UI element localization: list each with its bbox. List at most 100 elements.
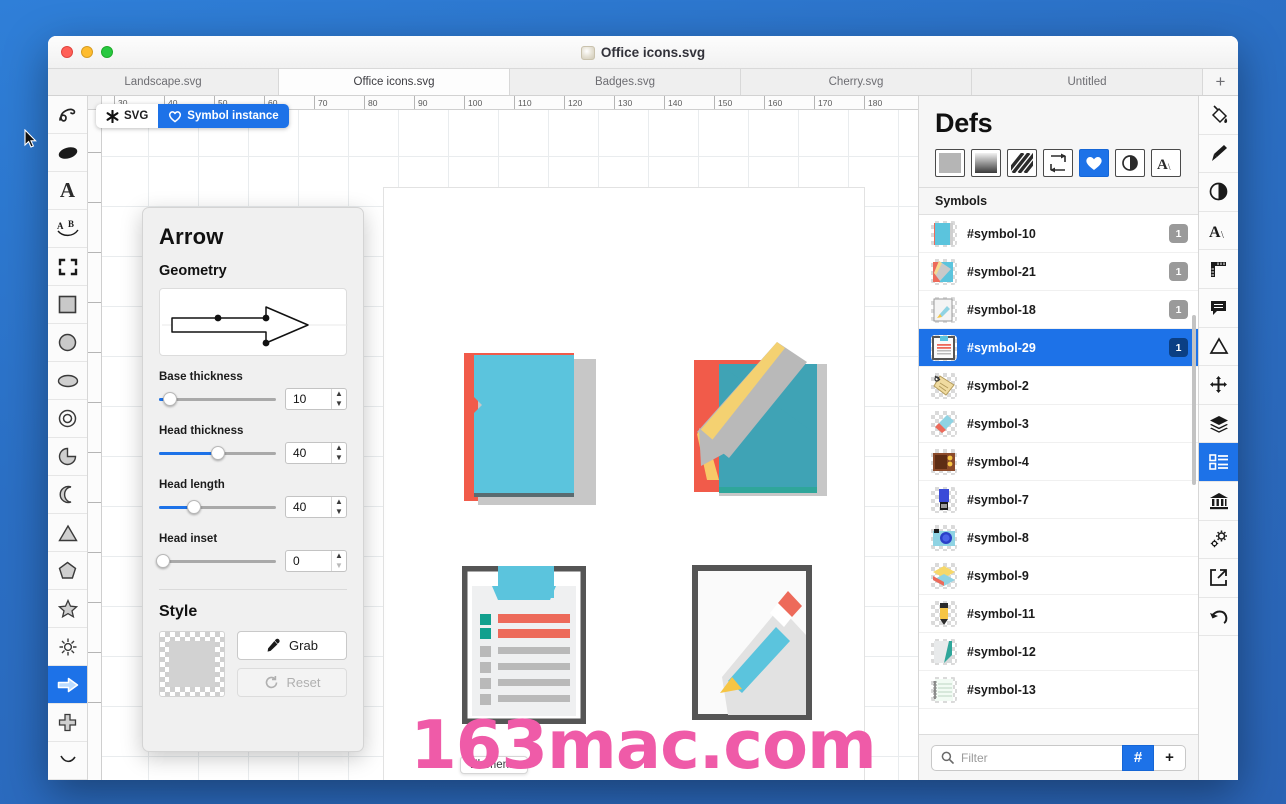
- stepper-down-icon[interactable]: ▼: [332, 561, 346, 571]
- pie-tool[interactable]: [48, 438, 87, 476]
- symbol-row-4[interactable]: #symbol-4: [919, 443, 1198, 481]
- tab-office-icons[interactable]: Office icons.svg: [279, 69, 510, 95]
- font-icon[interactable]: A \: [1151, 149, 1181, 177]
- stepper-down-icon[interactable]: ▼: [332, 453, 346, 463]
- triangle-tool[interactable]: [48, 514, 87, 552]
- symbol-row-18[interactable]: #symbol-18 1: [919, 291, 1198, 329]
- stepper-up-icon[interactable]: ▲: [332, 389, 346, 399]
- slider-knob[interactable]: [187, 500, 202, 514]
- style-swatch[interactable]: [159, 631, 225, 697]
- symbol-row-13[interactable]: #symbol-13: [919, 671, 1198, 709]
- star-tool[interactable]: [48, 590, 87, 628]
- head-thickness-slider[interactable]: [159, 445, 276, 461]
- gradient-icon[interactable]: [971, 149, 1001, 177]
- symbol-row-8[interactable]: #symbol-8: [919, 519, 1198, 557]
- circle-tool[interactable]: [48, 324, 87, 362]
- zoom-button[interactable]: [101, 46, 113, 58]
- symbol-row-12[interactable]: #symbol-12: [919, 633, 1198, 671]
- gear-tool[interactable]: [48, 628, 87, 666]
- stepper-down-icon[interactable]: ▼: [332, 399, 346, 409]
- hud-svg-segment[interactable]: SVG: [96, 104, 158, 128]
- symbols-scrollbar[interactable]: [1192, 315, 1196, 485]
- geometry-preview[interactable]: [159, 288, 348, 356]
- canvas-area[interactable]: 30 40 50 60 70 80 90 100 110 120 130 140…: [88, 96, 918, 780]
- ellipse-tool[interactable]: [48, 362, 87, 400]
- artwork-clipboard[interactable]: [462, 566, 586, 724]
- defs-tool[interactable]: [1199, 443, 1238, 482]
- text-on-path-tool[interactable]: AB: [48, 210, 87, 248]
- move-tool[interactable]: [1199, 366, 1238, 405]
- pentagon-tool[interactable]: [48, 552, 87, 590]
- settings-tool[interactable]: [1199, 521, 1238, 560]
- filter-hash-button[interactable]: #: [1122, 744, 1154, 771]
- layers-tool[interactable]: [1199, 405, 1238, 444]
- ruler-tool[interactable]: [1199, 250, 1238, 289]
- symbol-row-21[interactable]: #symbol-21 1: [919, 253, 1198, 291]
- tab-cherry[interactable]: Cherry.svg: [741, 69, 972, 95]
- more-tool[interactable]: [48, 742, 87, 780]
- stepper-arrows[interactable]: ▲ ▼: [331, 443, 346, 463]
- symbol-row-3[interactable]: #symbol-3: [919, 405, 1198, 443]
- filter-input[interactable]: Filter: [931, 744, 1122, 771]
- slider-knob[interactable]: [162, 392, 177, 406]
- blob-tool[interactable]: [48, 134, 87, 172]
- rectangle-tool[interactable]: [48, 286, 87, 324]
- head-inset-value[interactable]: 0: [286, 551, 331, 571]
- symbol-row-10[interactable]: #symbol-10 1: [919, 215, 1198, 253]
- head-length-value[interactable]: 40: [286, 497, 331, 517]
- marker-icon[interactable]: [1043, 149, 1073, 177]
- elements-tag[interactable]: Elements: [460, 756, 528, 774]
- vertical-ruler[interactable]: -50 -40 -30 -20 -10 0 10 20 30 40 50 60 …: [88, 110, 102, 780]
- head-length-stepper[interactable]: 40 ▲ ▼: [285, 496, 347, 518]
- base-thickness-slider[interactable]: [159, 391, 276, 407]
- crop-tool[interactable]: [48, 248, 87, 286]
- solid-color-icon[interactable]: [935, 149, 965, 177]
- base-thickness-stepper[interactable]: 10 ▲ ▼: [285, 388, 347, 410]
- fill-tool[interactable]: [1199, 96, 1238, 135]
- undo-tool[interactable]: [1199, 598, 1238, 637]
- symbol-row-11[interactable]: #symbol-11: [919, 595, 1198, 633]
- tab-landscape[interactable]: Landscape.svg: [48, 69, 279, 95]
- artwork-pencil-page[interactable]: [692, 565, 812, 720]
- freehand-tool[interactable]: [48, 96, 87, 134]
- stepper-arrows[interactable]: ▲ ▼: [331, 551, 346, 571]
- artwork-folder-blue[interactable]: [464, 353, 596, 505]
- artboard[interactable]: [384, 188, 864, 780]
- close-button[interactable]: [61, 46, 73, 58]
- tab-untitled[interactable]: Untitled: [972, 69, 1203, 95]
- pattern-icon[interactable]: [1007, 149, 1037, 177]
- symbol-icon[interactable]: [1079, 149, 1109, 177]
- slider-knob[interactable]: [155, 554, 170, 568]
- stepper-up-icon[interactable]: ▲: [332, 551, 346, 561]
- typography-tool[interactable]: A \: [1199, 212, 1238, 251]
- symbol-row-7[interactable]: #symbol-7: [919, 481, 1198, 519]
- head-inset-stepper[interactable]: 0 ▲ ▼: [285, 550, 347, 572]
- arrow-tool[interactable]: [48, 666, 87, 704]
- cross-tool[interactable]: [48, 704, 87, 742]
- symbol-row-9[interactable]: #symbol-9: [919, 557, 1198, 595]
- comment-tool[interactable]: [1199, 289, 1238, 328]
- shape-tool[interactable]: [1199, 328, 1238, 367]
- minimize-button[interactable]: [81, 46, 93, 58]
- head-thickness-value[interactable]: 40: [286, 443, 331, 463]
- new-tab-button[interactable]: +: [1203, 69, 1238, 95]
- reset-button[interactable]: Reset: [237, 668, 347, 697]
- contrast-tool[interactable]: [1199, 173, 1238, 212]
- symbol-row-2[interactable]: #symbol-2: [919, 367, 1198, 405]
- moon-tool[interactable]: [48, 476, 87, 514]
- stepper-up-icon[interactable]: ▲: [332, 443, 346, 453]
- text-tool[interactable]: A: [48, 172, 87, 210]
- base-thickness-value[interactable]: 10: [286, 389, 331, 409]
- tab-badges[interactable]: Badges.svg: [510, 69, 741, 95]
- head-thickness-stepper[interactable]: 40 ▲ ▼: [285, 442, 347, 464]
- symbols-list[interactable]: #symbol-10 1 #symbol-21 1 #symbol-18 1 #…: [919, 215, 1198, 734]
- grab-button[interactable]: Grab: [237, 631, 347, 660]
- artwork-folder-open[interactable]: [689, 340, 829, 505]
- brush-tool[interactable]: [1199, 135, 1238, 174]
- export-tool[interactable]: [1199, 559, 1238, 598]
- slider-knob[interactable]: [210, 446, 225, 460]
- mask-icon[interactable]: [1115, 149, 1145, 177]
- stepper-up-icon[interactable]: ▲: [332, 497, 346, 507]
- hud-selection-segment[interactable]: Symbol instance: [158, 104, 289, 128]
- symbol-row-29[interactable]: #symbol-29 1: [919, 329, 1198, 367]
